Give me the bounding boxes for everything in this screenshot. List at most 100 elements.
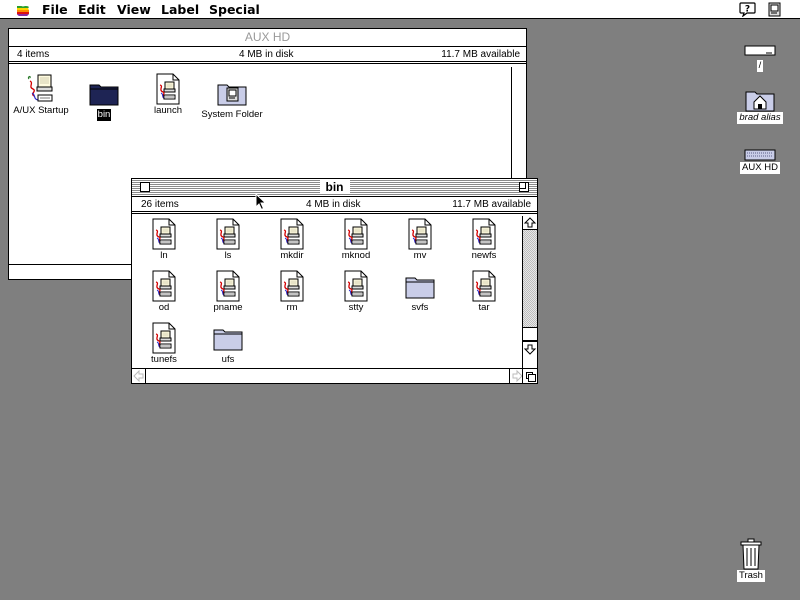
document-icon <box>148 322 180 354</box>
resize-grow-box[interactable] <box>522 368 537 383</box>
svg-text:?: ? <box>745 5 750 15</box>
icon-label: / <box>756 60 764 72</box>
icon-label: tar <box>478 302 490 313</box>
window-title: bin <box>319 180 350 194</box>
scroll-left-arrow-icon[interactable] <box>132 369 146 383</box>
folder-icon <box>404 270 436 302</box>
scroll-up-arrow-icon[interactable] <box>523 216 537 230</box>
window-info-bar: 26 items 4 MB in disk 11.7 MB available <box>132 197 537 214</box>
folder-icon-ufs[interactable]: ufs <box>196 322 260 366</box>
file-icon-rm[interactable]: rm <box>260 270 324 314</box>
document-icon <box>148 270 180 302</box>
document-icon <box>468 218 500 250</box>
document-icon <box>276 270 308 302</box>
system-folder-icon <box>216 77 248 109</box>
window-title-bar[interactable]: AUX HD <box>9 29 526 47</box>
icon-label: mv <box>413 250 427 261</box>
icon-label: ufs <box>221 354 235 365</box>
window-title: AUX HD <box>238 30 297 44</box>
desktop-icon-trash[interactable]: Trash <box>721 538 781 582</box>
icon-label: launch <box>154 105 182 116</box>
menu-special[interactable]: Special <box>209 2 260 17</box>
icon-label: Trash <box>737 570 765 582</box>
document-icon <box>340 218 372 250</box>
icon-label: A/UX Startup <box>13 105 69 116</box>
desktop-icon-brad-alias[interactable]: brad alias <box>730 86 790 124</box>
window-content: ln ls mkdir mknod mv newfs od pname rm s… <box>132 216 522 369</box>
file-icon-ln[interactable]: ln <box>132 218 196 262</box>
file-icon-launch[interactable]: launch <box>136 73 200 117</box>
home-folder-alias-icon <box>745 91 775 112</box>
scroll-thumb[interactable] <box>523 327 537 341</box>
apple-menu-icon[interactable] <box>15 2 31 17</box>
zoom-box[interactable] <box>519 182 529 192</box>
document-icon <box>212 270 244 302</box>
desktop-icon-root-volume[interactable]: / <box>730 44 790 72</box>
available-space: 11.7 MB available <box>441 49 520 60</box>
icon-label: svfs <box>411 302 429 313</box>
disk-usage: 4 MB in disk <box>306 199 361 210</box>
icon-label: mknod <box>341 250 371 261</box>
scroll-track[interactable] <box>523 230 537 341</box>
file-icon-stty[interactable]: stty <box>324 270 388 314</box>
menu-file[interactable]: File <box>42 2 68 17</box>
file-icon-pname[interactable]: pname <box>196 270 260 314</box>
file-icon-od[interactable]: od <box>132 270 196 314</box>
item-count: 26 items <box>141 199 179 210</box>
document-icon <box>276 218 308 250</box>
icon-label: System Folder <box>201 109 263 120</box>
folder-icon-bin[interactable]: bin <box>72 77 136 121</box>
document-icon <box>212 218 244 250</box>
folder-icon <box>212 322 244 354</box>
icon-label: tunefs <box>151 354 177 365</box>
window-title-bar[interactable]: bin <box>132 179 537 197</box>
available-space: 11.7 MB available <box>452 199 531 210</box>
help-balloon-icon[interactable]: ? <box>739 2 756 17</box>
menu-view[interactable]: View <box>117 2 151 17</box>
folder-icon-system-folder[interactable]: System Folder <box>199 77 265 121</box>
file-icon-mv[interactable]: mv <box>388 218 452 262</box>
icon-label: ln <box>160 250 168 261</box>
file-icon-tunefs[interactable]: tunefs <box>132 322 196 366</box>
disk-usage: 4 MB in disk <box>239 49 294 60</box>
document-icon <box>404 218 436 250</box>
window-info-bar: 4 items 4 MB in disk 11.7 MB available <box>9 47 526 64</box>
icon-label: brad alias <box>737 112 783 124</box>
vertical-scrollbar[interactable] <box>522 216 537 369</box>
document-icon <box>340 270 372 302</box>
scroll-down-arrow-icon[interactable] <box>523 341 537 355</box>
icon-label: stty <box>348 302 364 313</box>
menu-label[interactable]: Label <box>161 2 199 17</box>
document-icon <box>148 218 180 250</box>
document-icon <box>152 73 184 105</box>
icon-label: bin <box>96 109 112 121</box>
file-icon-aux-startup[interactable]: A/UX Startup <box>9 73 73 117</box>
icon-label: pname <box>213 302 243 313</box>
icon-label: od <box>158 302 170 313</box>
icon-label: newfs <box>471 250 497 261</box>
root-volume-icon <box>744 45 776 56</box>
mouse-pointer-icon <box>255 193 267 211</box>
folder-icon <box>88 77 120 109</box>
desktop-icon-aux-hd[interactable]: AUX HD <box>730 148 790 174</box>
application-icon <box>25 73 57 105</box>
finder-app-menu-icon[interactable] <box>767 2 782 17</box>
file-icon-tar[interactable]: tar <box>452 270 516 314</box>
horizontal-scrollbar[interactable] <box>132 368 523 383</box>
icon-label: AUX HD <box>740 162 780 174</box>
trash-icon <box>740 538 762 570</box>
file-icon-mkdir[interactable]: mkdir <box>260 218 324 262</box>
document-icon <box>468 270 500 302</box>
menu-bar: File Edit View Label Special ? <box>0 0 800 19</box>
icon-label: mkdir <box>280 250 304 261</box>
scroll-right-arrow-icon[interactable] <box>509 369 523 383</box>
menu-edit[interactable]: Edit <box>78 2 106 17</box>
file-icon-ls[interactable]: ls <box>196 218 260 262</box>
file-icon-newfs[interactable]: newfs <box>452 218 516 262</box>
icon-label: ls <box>224 250 232 261</box>
bin-window: bin 26 items 4 MB in disk 11.7 MB availa… <box>131 178 538 384</box>
folder-icon-svfs[interactable]: svfs <box>388 270 452 314</box>
icon-label: rm <box>286 302 298 313</box>
file-icon-mknod[interactable]: mknod <box>324 218 388 262</box>
item-count: 4 items <box>17 49 50 60</box>
